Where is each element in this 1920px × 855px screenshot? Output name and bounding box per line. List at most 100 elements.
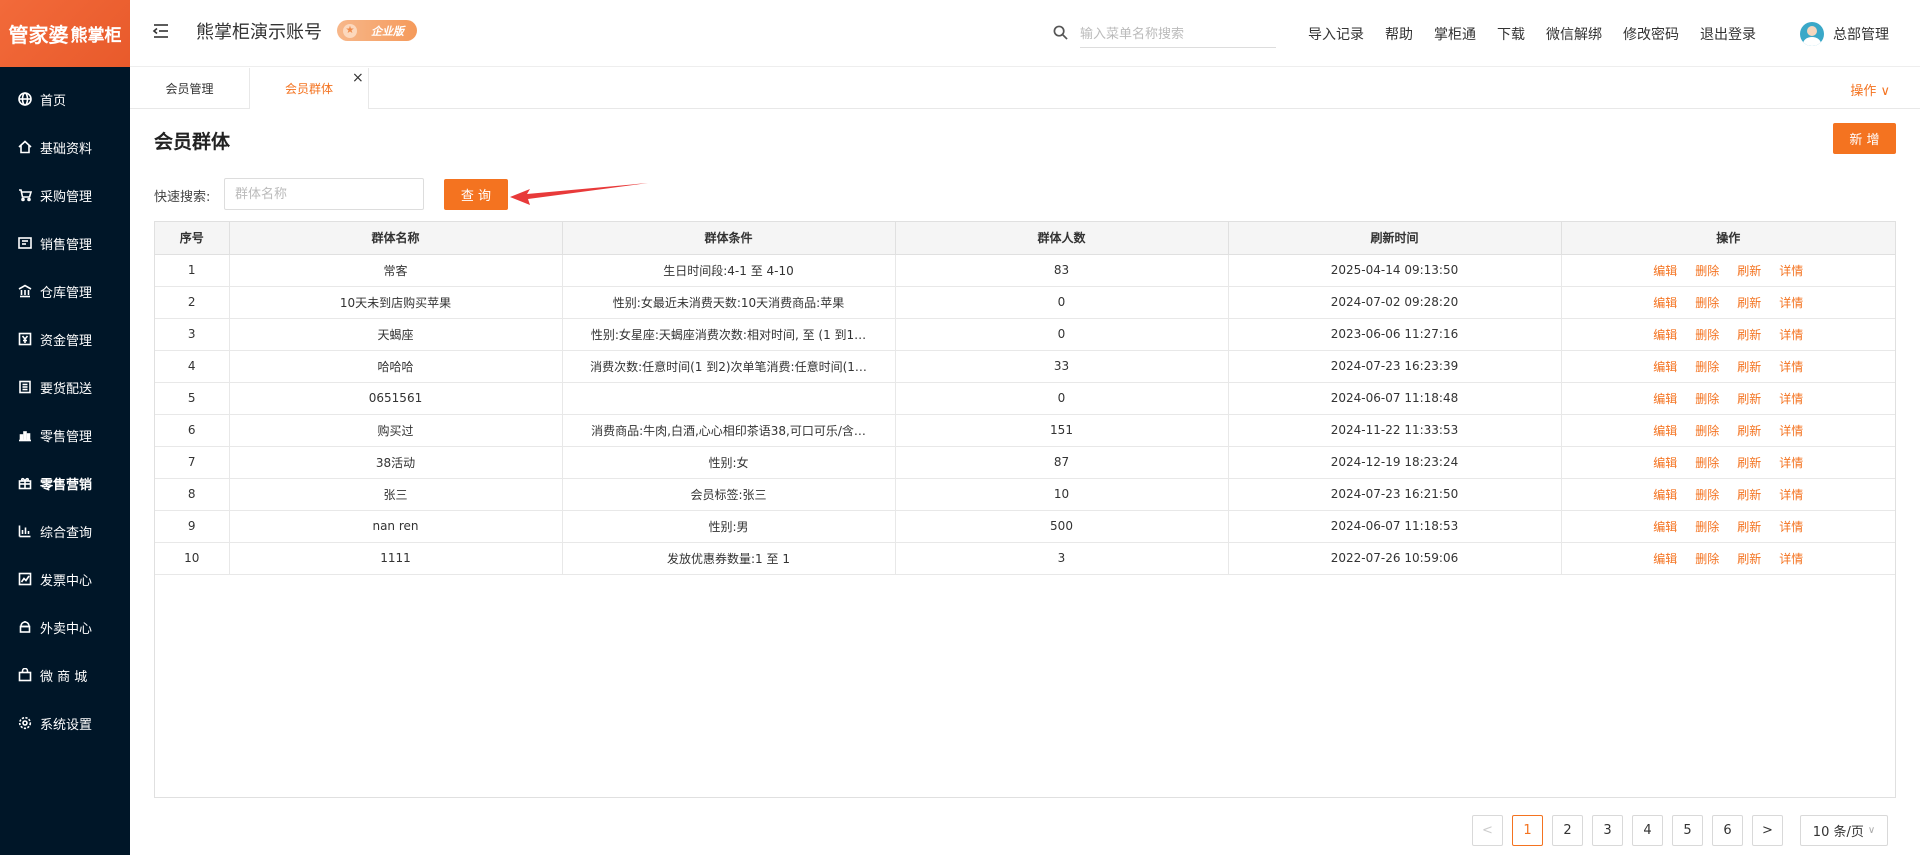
detail-link[interactable]: 详情: [1779, 488, 1803, 502]
refresh-link[interactable]: 刷新: [1737, 392, 1761, 406]
sidebar: 管家婆 熊掌柜 首页 基础资料 采购管理 销售管理 仓库管理 资金管理 要货配送 零售管理 零售营…: [0, 0, 130, 855]
refresh-link[interactable]: 刷新: [1737, 360, 1761, 374]
edit-link[interactable]: 编辑: [1653, 520, 1677, 534]
group-name-search-input[interactable]: [224, 178, 424, 210]
tab-member-groups[interactable]: 会员群体: [249, 68, 369, 109]
detail-link[interactable]: 详情: [1779, 392, 1803, 406]
top-link-3[interactable]: 下载: [1497, 24, 1525, 44]
sidebar-item-13[interactable]: 系统设置: [0, 699, 130, 747]
table-row: 6 购买过 消费商品:牛肉,白酒,心心相印茶语38,可口可乐/含… 151 2024-1…: [155, 414, 1895, 447]
menu-toggle-icon[interactable]: [152, 22, 170, 40]
sidebar-item-10[interactable]: 发票中心: [0, 555, 130, 603]
table-cell: 2024-06-07 11:18:48: [1228, 382, 1562, 415]
bar-chart-icon: [16, 426, 34, 444]
user-name[interactable]: 总部管理: [1833, 24, 1889, 44]
top-link-5[interactable]: 修改密码: [1623, 24, 1679, 44]
delete-link[interactable]: 删除: [1695, 552, 1719, 566]
delete-link[interactable]: 删除: [1695, 328, 1719, 342]
avatar[interactable]: [1800, 22, 1824, 46]
detail-link[interactable]: 详情: [1779, 456, 1803, 470]
page-size-select[interactable]: 10 条/页 ∨: [1800, 815, 1888, 846]
detail-link[interactable]: 详情: [1779, 552, 1803, 566]
detail-link[interactable]: 详情: [1779, 264, 1803, 278]
refresh-link[interactable]: 刷新: [1737, 424, 1761, 438]
page-button-6[interactable]: 6: [1712, 815, 1743, 846]
top-link-1[interactable]: 帮助: [1385, 24, 1413, 44]
detail-link[interactable]: 详情: [1779, 424, 1803, 438]
detail-link[interactable]: 详情: [1779, 296, 1803, 310]
edit-link[interactable]: 编辑: [1653, 328, 1677, 342]
edit-link[interactable]: 编辑: [1653, 264, 1677, 278]
pagination: <1 2 3 4 5 6 >: [1472, 815, 1792, 846]
sidebar-item-9[interactable]: 综合查询: [0, 507, 130, 555]
query-button[interactable]: 查 询: [444, 179, 508, 210]
top-link-0[interactable]: 导入记录: [1308, 24, 1364, 44]
row-actions: 编辑 删除 刷新 详情: [1561, 286, 1895, 319]
tab-operations-dropdown[interactable]: 操作 ∨: [1850, 80, 1890, 99]
delete-link[interactable]: 删除: [1695, 424, 1719, 438]
detail-link[interactable]: 详情: [1779, 520, 1803, 534]
edit-link[interactable]: 编辑: [1653, 488, 1677, 502]
edit-link[interactable]: 编辑: [1653, 296, 1677, 310]
row-actions: 编辑 删除 刷新 详情: [1561, 542, 1895, 575]
search-icon[interactable]: [1053, 25, 1068, 40]
delete-link[interactable]: 删除: [1695, 264, 1719, 278]
table-cell: 哈哈哈: [229, 350, 563, 383]
sidebar-item-4[interactable]: 仓库管理: [0, 267, 130, 315]
edit-link[interactable]: 编辑: [1653, 456, 1677, 470]
sidebar-item-2[interactable]: 采购管理: [0, 171, 130, 219]
globe-icon: [16, 90, 34, 108]
sidebar-item-1[interactable]: 基础资料: [0, 123, 130, 171]
table-cell: 10: [155, 542, 230, 575]
sidebar-item-11[interactable]: 外卖中心: [0, 603, 130, 651]
refresh-link[interactable]: 刷新: [1737, 456, 1761, 470]
page-button-5[interactable]: 5: [1672, 815, 1703, 846]
sidebar-item-5[interactable]: 资金管理: [0, 315, 130, 363]
top-link-2[interactable]: 掌柜通: [1434, 24, 1476, 44]
refresh-link[interactable]: 刷新: [1737, 488, 1761, 502]
detail-link[interactable]: 详情: [1779, 328, 1803, 342]
sidebar-item-0[interactable]: 首页: [0, 75, 130, 123]
edit-link[interactable]: 编辑: [1653, 552, 1677, 566]
sidebar-item-7[interactable]: 零售管理: [0, 411, 130, 459]
delete-link[interactable]: 删除: [1695, 392, 1719, 406]
menu-search-input[interactable]: [1080, 22, 1276, 48]
sidebar-item-8[interactable]: 零售营销: [0, 459, 130, 507]
tab-member-management[interactable]: 会员管理: [130, 68, 249, 109]
sidebar-item-12[interactable]: 微 商 城: [0, 651, 130, 699]
add-button[interactable]: 新 增: [1833, 123, 1896, 154]
page-button-2[interactable]: 2: [1552, 815, 1583, 846]
edit-link[interactable]: 编辑: [1653, 392, 1677, 406]
table-cell: 2024-07-23 16:21:50: [1228, 478, 1562, 511]
page-button-4[interactable]: 4: [1632, 815, 1663, 846]
sidebar-item-6[interactable]: 要货配送: [0, 363, 130, 411]
top-links: 导入记录 帮助 掌柜通 下载 微信解绑 修改密码 退出登录: [1308, 24, 1777, 44]
table-cell: 151: [895, 414, 1229, 447]
prev-page-button[interactable]: <: [1472, 815, 1503, 846]
list-icon: [16, 378, 34, 396]
sidebar-item-3[interactable]: 销售管理: [0, 219, 130, 267]
edit-link[interactable]: 编辑: [1653, 424, 1677, 438]
edit-link[interactable]: 编辑: [1653, 360, 1677, 374]
delete-link[interactable]: 删除: [1695, 488, 1719, 502]
table-row: 3 天蝎座 性别:女星座:天蝎座消费次数:相对时间, 至 (1 到1… 0 2023-0…: [155, 318, 1895, 351]
user-menu[interactable]: 总部管理: [1800, 22, 1889, 46]
delete-link[interactable]: 删除: [1695, 360, 1719, 374]
refresh-link[interactable]: 刷新: [1737, 296, 1761, 310]
column-header: 刷新时间: [1228, 222, 1562, 255]
refresh-link[interactable]: 刷新: [1737, 552, 1761, 566]
page-button-3[interactable]: 3: [1592, 815, 1623, 846]
refresh-link[interactable]: 刷新: [1737, 328, 1761, 342]
delete-link[interactable]: 删除: [1695, 456, 1719, 470]
top-link-6[interactable]: 退出登录: [1700, 24, 1756, 44]
table-cell: 2024-12-19 18:23:24: [1228, 446, 1562, 479]
tab-close-icon[interactable]: ×: [352, 70, 364, 86]
detail-link[interactable]: 详情: [1779, 360, 1803, 374]
page-button-1[interactable]: 1: [1512, 815, 1543, 846]
top-link-4[interactable]: 微信解绑: [1546, 24, 1602, 44]
refresh-link[interactable]: 刷新: [1737, 264, 1761, 278]
delete-link[interactable]: 删除: [1695, 296, 1719, 310]
delete-link[interactable]: 删除: [1695, 520, 1719, 534]
refresh-link[interactable]: 刷新: [1737, 520, 1761, 534]
next-page-button[interactable]: >: [1752, 815, 1783, 846]
